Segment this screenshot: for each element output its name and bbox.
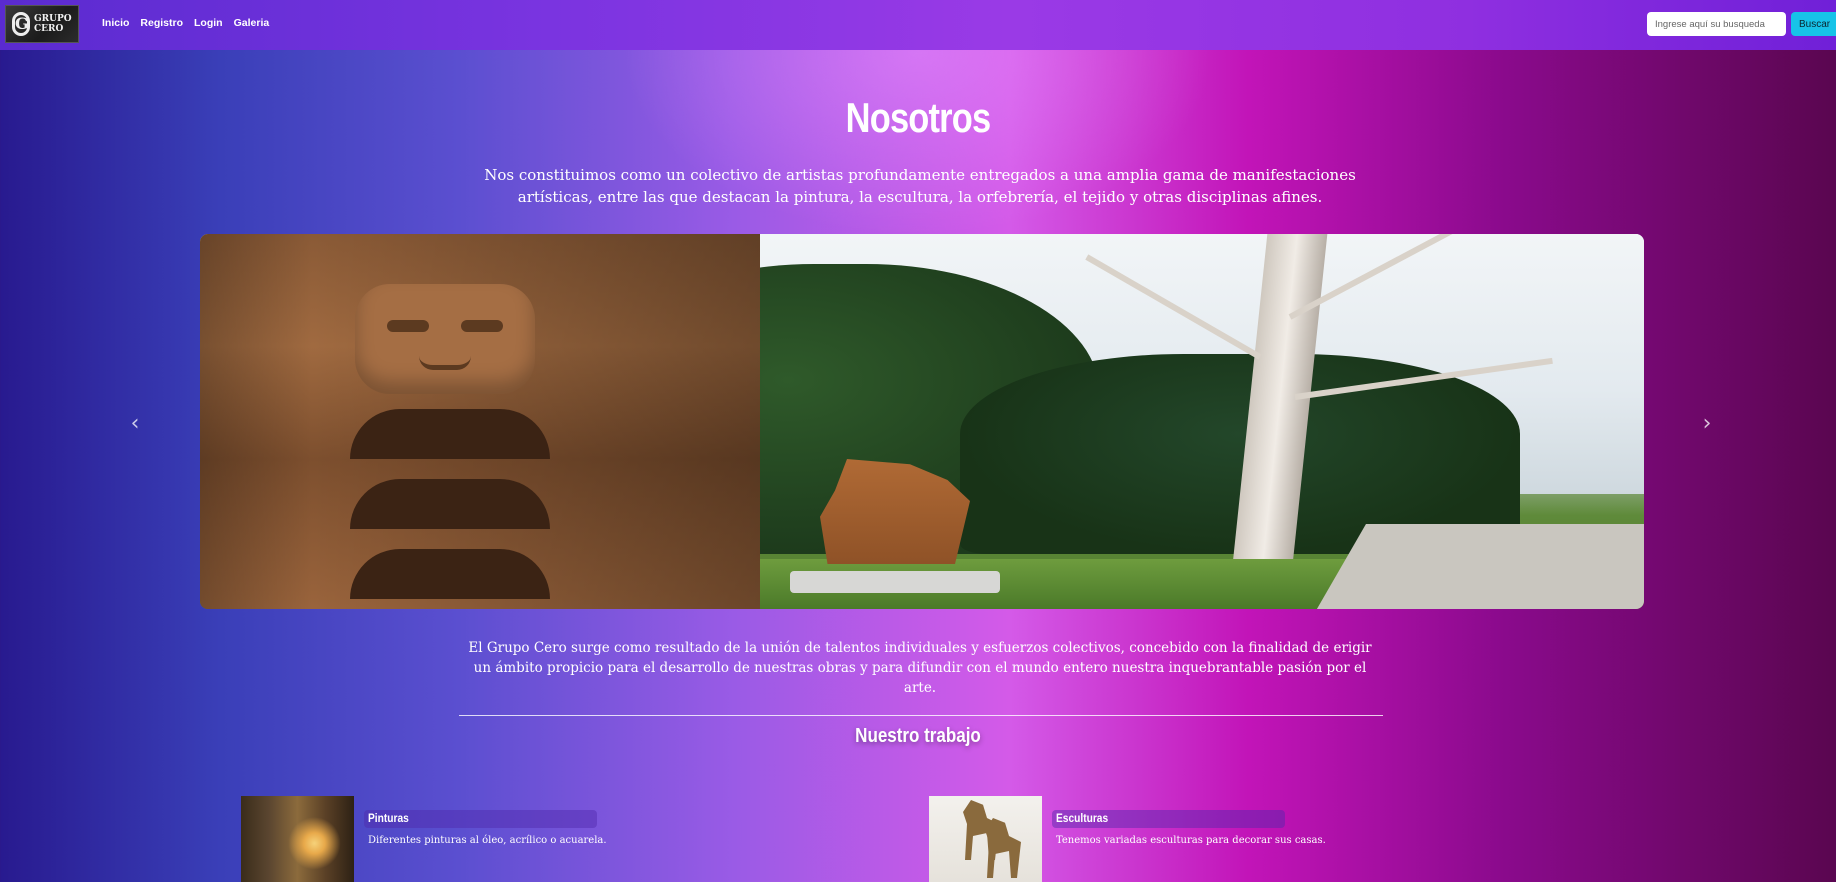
navbar: G GRUPO CERO Inicio Registro Login Galer… (0, 0, 1836, 50)
card-esculturas[interactable]: Esculturas Tenemos variadas esculturas p… (929, 796, 1489, 882)
intro-text: Nos constituimos como un colectivo de ar… (484, 166, 1356, 206)
card-text: Diferentes pinturas al óleo, acrílico o … (368, 835, 607, 846)
nav-link-login[interactable]: Login (194, 17, 223, 29)
nav-link-inicio[interactable]: Inicio (102, 17, 129, 29)
nav-link-galeria[interactable]: Galeria (234, 17, 270, 29)
search-input[interactable] (1647, 12, 1786, 36)
card-pinturas[interactable]: Pinturas Diferentes pinturas al óleo, ac… (241, 796, 801, 882)
carousel-path (1314, 524, 1644, 609)
totem-slot (350, 479, 550, 529)
logo-text: GRUPO CERO (34, 14, 72, 34)
section-title: Nuestro trabajo (855, 725, 981, 747)
card-title: Pinturas (368, 811, 409, 825)
sculpture-image[interactable] (929, 796, 1042, 882)
totem-slot (350, 549, 550, 599)
horse-sculpture (985, 818, 1021, 878)
mission-text: El Grupo Cero surge como resultado de la… (468, 640, 1372, 696)
chevron-right-icon[interactable]: › (1692, 408, 1722, 438)
logo-text-line-1: GRUPO (34, 14, 72, 24)
logo-text-line-2: CERO (34, 24, 64, 34)
totem-eye (387, 320, 429, 332)
nav-links: Inicio Registro Login Galeria (102, 17, 269, 29)
chevron-left-icon[interactable]: ‹ (120, 408, 150, 438)
logo-g-icon: G (12, 12, 30, 36)
divider (459, 715, 1383, 716)
totem-mouth (419, 356, 471, 370)
card-title: Esculturas (1056, 811, 1109, 825)
totem-face (355, 284, 535, 394)
totem-eye (461, 320, 503, 332)
logo[interactable]: G GRUPO CERO (5, 5, 79, 43)
image-carousel[interactable] (200, 234, 1644, 609)
carousel-totem-sculpture (200, 234, 760, 609)
card-text: Tenemos variadas esculturas para decorar… (1056, 835, 1326, 846)
search-button[interactable]: Buscar (1791, 12, 1836, 36)
carousel-plinth (790, 571, 1000, 593)
painting-image[interactable] (241, 796, 354, 882)
nav-link-registro[interactable]: Registro (140, 17, 183, 29)
page-title: Nosotros (845, 94, 991, 141)
totem-slot (350, 409, 550, 459)
